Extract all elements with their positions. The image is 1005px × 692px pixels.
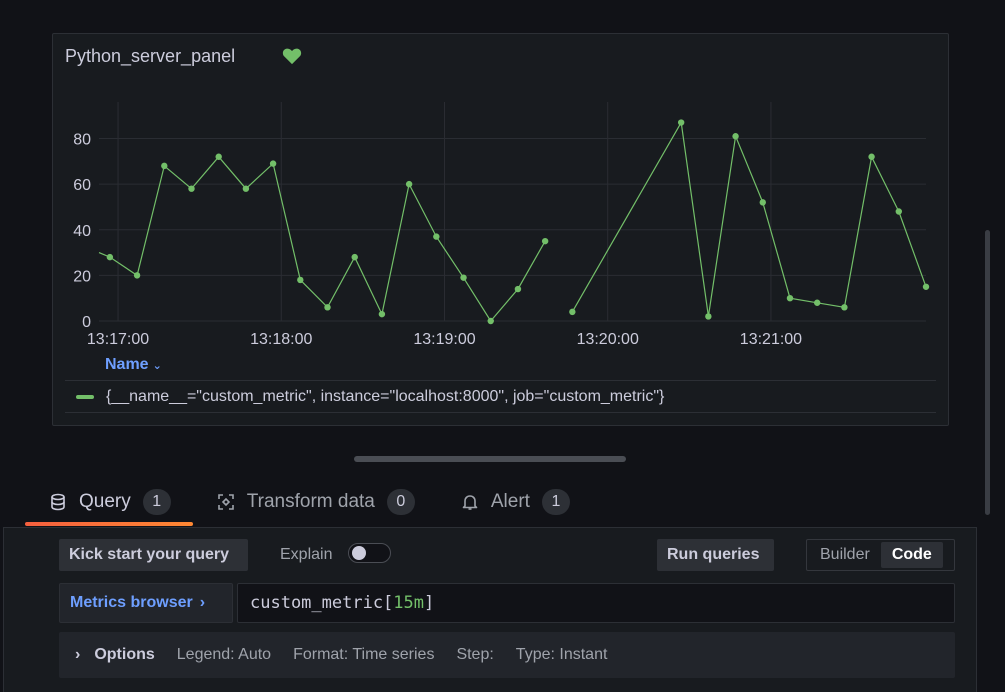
legend-color-swatch	[76, 394, 94, 399]
options-format: Format: Time series	[293, 646, 435, 663]
transform-icon	[217, 494, 234, 510]
editor-mode-toggle: Builder Code	[806, 539, 955, 571]
data-point	[405, 180, 413, 188]
data-point	[922, 283, 930, 290]
y-tick-label: 0	[82, 314, 91, 331]
options-title: Options	[94, 646, 155, 663]
data-point	[351, 253, 358, 261]
y-tick-label: 60	[73, 177, 91, 194]
tab-query[interactable]: Query 1	[25, 480, 193, 526]
tab-query-count: 1	[142, 489, 171, 515]
y-tick-label: 20	[73, 268, 91, 285]
data-point	[460, 274, 467, 281]
x-tick-label: 13:18:00	[250, 331, 312, 348]
toggle-knob	[352, 546, 366, 560]
data-point	[677, 119, 685, 126]
x-tick-label: 13:20:00	[577, 331, 639, 348]
heart-icon[interactable]	[282, 47, 302, 65]
tab-transform-data[interactable]: Transform data 0	[193, 480, 437, 524]
data-point	[106, 253, 114, 261]
data-point	[841, 304, 848, 311]
tab-transform-count: 0	[386, 489, 415, 515]
data-point	[705, 313, 712, 320]
x-tick-label: 13:21:00	[740, 331, 802, 348]
data-point	[133, 272, 141, 279]
metrics-browser-button[interactable]: Metrics browser ›	[59, 583, 233, 623]
data-point	[487, 317, 494, 325]
tab-alert-count: 1	[541, 489, 570, 515]
legend-label: {__name__="custom_metric", instance="loc…	[106, 387, 665, 405]
legend-item[interactable]: {__name__="custom_metric", instance="loc…	[65, 381, 936, 413]
options-step: Step:	[456, 646, 494, 663]
graph-panel: 0 20 40 60 80 13:17:00 13:18:00 13:19:00 13:20:0…	[52, 33, 949, 426]
bell-icon	[462, 495, 478, 510]
explain-toggle[interactable]	[348, 543, 391, 563]
data-point	[569, 308, 576, 316]
x-tick-label: 13:19:00	[413, 331, 475, 348]
x-tick-label: 13:17:00	[87, 331, 149, 348]
explain-label: Explain	[280, 546, 333, 563]
data-point	[541, 237, 549, 245]
data-point	[868, 153, 875, 160]
mode-code-button[interactable]: Code	[880, 542, 943, 568]
kick-start-query-button[interactable]: Kick start your query	[59, 539, 248, 571]
legend-sort-header[interactable]: Name ⌄	[105, 356, 162, 374]
data-point	[759, 199, 766, 206]
chevron-right-icon: ›	[199, 594, 206, 611]
chevron-right-icon: ›	[75, 646, 81, 663]
y-tick-label: 80	[73, 132, 91, 149]
editor-tabs: Query 1 Transform data 0 Alert 1	[25, 480, 592, 526]
query-options-row[interactable]: › Options Legend: Auto Format: Time seri…	[59, 632, 955, 678]
run-queries-button[interactable]: Run queries	[657, 539, 774, 571]
data-point	[161, 162, 168, 170]
chevron-down-icon: ⌄	[152, 360, 162, 372]
options-type: Type: Instant	[515, 646, 608, 663]
data-point	[242, 185, 250, 192]
data-point	[188, 185, 195, 192]
data-point	[514, 285, 522, 293]
pane-resize-handle[interactable]	[354, 456, 626, 462]
data-point	[895, 208, 902, 215]
query-input[interactable]: custom_metric[15m]	[237, 583, 955, 623]
data-point	[324, 304, 331, 311]
data-point	[433, 233, 440, 240]
database-icon	[51, 493, 65, 511]
series-line	[571, 120, 927, 317]
data-point	[297, 276, 304, 284]
options-legend: Legend: Auto	[176, 646, 272, 663]
time-series-chart: 0 20 40 60 80 13:17:00 13:18:00 13:19:00 13:20:0…	[73, 102, 930, 348]
data-point	[215, 153, 222, 160]
panel-title[interactable]: Python_server_panel	[65, 46, 235, 67]
data-point	[378, 310, 386, 318]
tab-alert[interactable]: Alert 1	[437, 480, 592, 524]
y-tick-label: 40	[73, 223, 91, 240]
data-point	[732, 133, 739, 140]
scrollbar[interactable]	[985, 230, 990, 515]
mode-builder-button[interactable]: Builder	[809, 542, 881, 568]
series-line	[98, 155, 546, 323]
data-point	[813, 299, 821, 306]
data-point	[786, 294, 794, 302]
data-point	[269, 160, 277, 167]
query-editor: Kick start your query Explain Run querie…	[3, 527, 977, 692]
